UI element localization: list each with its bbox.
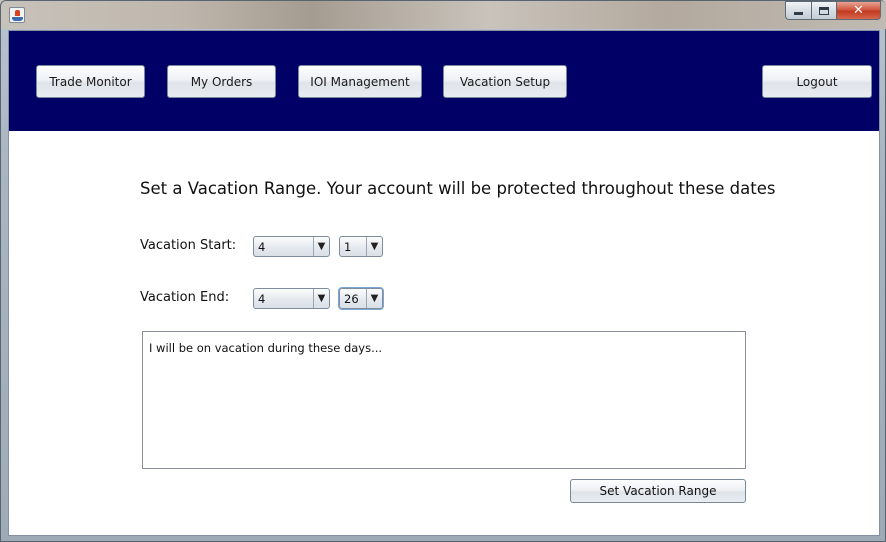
vacation-start-label: Vacation Start: — [140, 238, 237, 253]
start-day-value: 1 — [344, 240, 352, 254]
app-window: ✕ Trade Monitor My Orders IOI Management… — [0, 0, 886, 542]
chevron-down-icon: ▼ — [366, 237, 382, 256]
close-icon: ✕ — [853, 3, 864, 18]
start-day-select[interactable]: 1 ▼ — [339, 236, 383, 257]
my-orders-button[interactable]: My Orders — [167, 65, 276, 98]
close-button[interactable]: ✕ — [837, 1, 881, 20]
minimize-icon — [794, 12, 803, 15]
start-month-value: 4 — [258, 240, 266, 254]
chevron-down-icon: ▼ — [366, 289, 382, 308]
end-day-value: 26 — [344, 292, 359, 306]
start-month-select[interactable]: 4 ▼ — [253, 236, 330, 257]
maximize-button[interactable] — [811, 1, 837, 20]
end-month-value: 4 — [258, 292, 266, 306]
vacation-notes-textarea[interactable]: I will be on vacation during these days.… — [142, 331, 746, 469]
chevron-down-icon: ▼ — [313, 237, 329, 256]
vacation-end-label: Vacation End: — [140, 290, 230, 305]
window-controls: ✕ — [785, 1, 881, 20]
trade-monitor-button[interactable]: Trade Monitor — [36, 65, 145, 98]
navigation-bar: Trade Monitor My Orders IOI Management V… — [9, 31, 879, 131]
maximize-icon — [819, 6, 829, 15]
minimize-button[interactable] — [785, 1, 811, 20]
vacation-setup-button[interactable]: Vacation Setup — [443, 65, 567, 98]
end-month-select[interactable]: 4 ▼ — [253, 288, 330, 309]
title-bar[interactable]: ✕ — [1, 1, 886, 29]
end-day-select[interactable]: 26 ▼ — [339, 288, 383, 309]
chevron-down-icon: ▼ — [313, 289, 329, 308]
java-app-icon — [9, 7, 25, 23]
ioi-management-button[interactable]: IOI Management — [298, 65, 422, 98]
page-heading: Set a Vacation Range. Your account will … — [140, 179, 776, 198]
client-area: Trade Monitor My Orders IOI Management V… — [8, 30, 880, 536]
set-vacation-range-button[interactable]: Set Vacation Range — [570, 479, 746, 503]
logout-button[interactable]: Logout — [762, 65, 872, 98]
